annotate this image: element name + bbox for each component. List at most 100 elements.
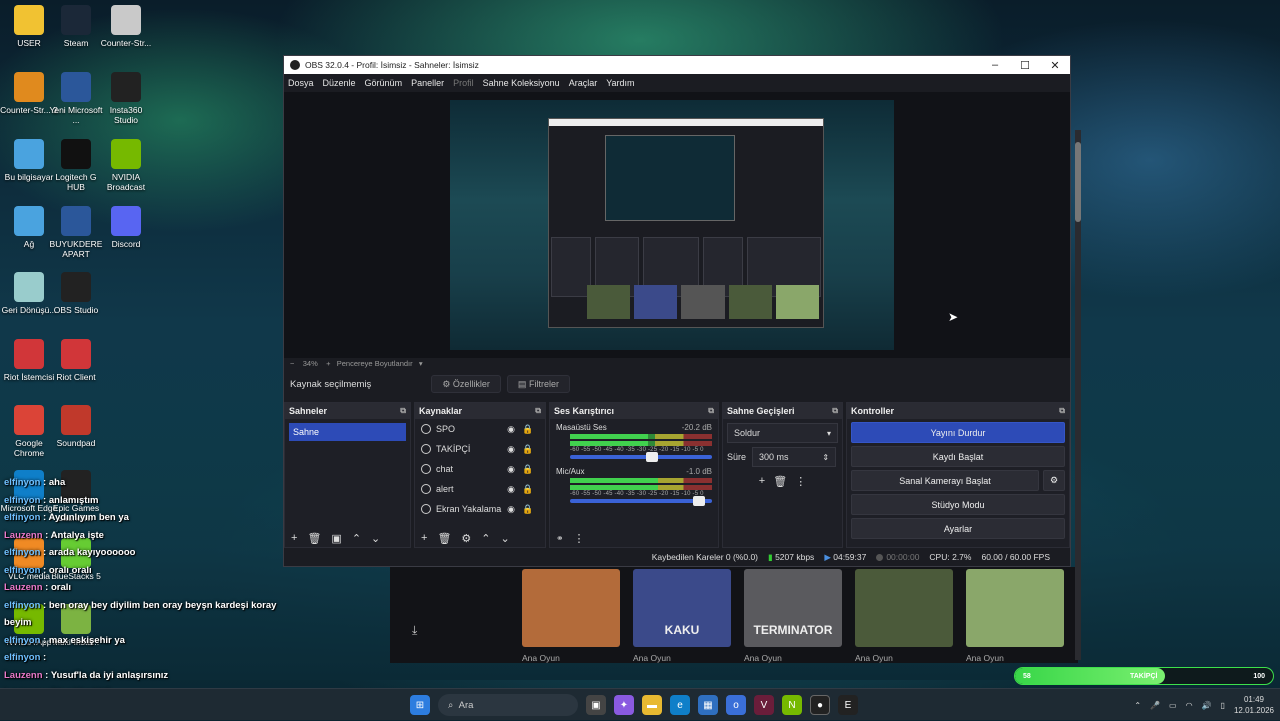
undock-icon[interactable]: ⧉ (832, 406, 838, 416)
trash-icon[interactable]: 🗑 (773, 475, 787, 488)
move-up-icon[interactable]: ⌃ (481, 532, 490, 545)
undock-icon[interactable]: ⧉ (400, 406, 406, 416)
start-recording-button[interactable]: Kaydı Başlat (851, 446, 1065, 467)
scene-item[interactable]: Sahne (289, 423, 406, 441)
battery-icon[interactable]: ▯ (1221, 701, 1225, 710)
lock-icon[interactable]: 🔒 (521, 484, 535, 495)
filters-button[interactable]: ▤ Filtreler (506, 375, 570, 393)
taskbar-search[interactable]: ⌕ Ara (438, 694, 578, 716)
more-icon[interactable]: ⋮ (795, 475, 806, 488)
source-item[interactable]: alert ◉ 🔒 (415, 479, 545, 499)
download-icon[interactable]: ⤓ (412, 623, 417, 638)
app-icon[interactable]: V (754, 695, 774, 715)
desktop-icon[interactable]: Discord (97, 206, 155, 249)
move-down-icon[interactable]: ⌄ (501, 532, 510, 545)
stop-stream-button[interactable]: Yayını Durdur (851, 422, 1065, 443)
desktop-icon[interactable]: NVIDIA Broadcast (97, 139, 155, 192)
file-explorer-icon[interactable]: ▬ (642, 695, 662, 715)
eye-icon[interactable]: ◉ (504, 444, 518, 455)
virtual-camera-settings-gear-icon[interactable]: ⚙ (1043, 470, 1065, 491)
desktop-icon[interactable]: Soundpad (47, 405, 105, 448)
volume-slider[interactable] (570, 452, 712, 462)
studio-mode-button[interactable]: Stüdyo Modu (851, 494, 1065, 515)
epic-games-icon[interactable]: E (838, 695, 858, 715)
obs-titlebar[interactable]: OBS 32.0.4 - Profil: İsimsiz - Sahneler:… (284, 56, 1070, 74)
properties-button[interactable]: ⚙ Özellikler (431, 375, 501, 393)
obs-window[interactable]: OBS 32.0.4 - Profil: İsimsiz - Sahneler:… (283, 55, 1071, 567)
transition-select[interactable]: Soldur ▾ (727, 423, 838, 443)
lock-icon[interactable]: 🔒 (521, 424, 535, 435)
zoom-in-button[interactable]: + (326, 359, 330, 368)
eye-icon[interactable]: ◉ (504, 504, 518, 515)
undock-icon[interactable]: ⧉ (708, 406, 714, 416)
start-button-windows-icon[interactable]: ⊞ (410, 695, 430, 715)
desktop-icon[interactable]: Riot Client (47, 339, 105, 382)
edge-icon[interactable]: e (670, 695, 690, 715)
minimize-icon[interactable]: – (980, 59, 1010, 72)
desktop-icon[interactable]: Insta360 Studio (97, 72, 155, 125)
settings-button[interactable]: Ayarlar (851, 518, 1065, 539)
link-icon[interactable]: ⚭ (556, 533, 564, 544)
close-icon[interactable]: ✕ (1040, 59, 1070, 72)
eye-icon[interactable]: ◉ (504, 484, 518, 495)
menu-profil[interactable]: Profil (453, 78, 474, 88)
desktop-icon[interactable]: OBS Studio (47, 272, 105, 315)
lock-icon[interactable]: 🔒 (521, 504, 535, 515)
menu-dosya[interactable]: Dosya (288, 78, 314, 88)
undock-icon[interactable]: ⧉ (535, 406, 541, 416)
move-down-icon[interactable]: ⌄ (371, 532, 380, 545)
source-item[interactable]: SPO ◉ 🔒 (415, 419, 545, 439)
game-card[interactable]: KAKU (633, 569, 731, 647)
more-icon[interactable]: ⋮ (574, 532, 585, 545)
game-card-label: Ana Oyun (633, 653, 671, 663)
chevron-up-icon[interactable]: ⌃ (1134, 701, 1141, 710)
game-card[interactable] (522, 569, 620, 647)
game-card[interactable] (855, 569, 953, 647)
nvidia-icon[interactable]: N (782, 695, 802, 715)
store-scrollbar[interactable] (1075, 130, 1081, 660)
chevron-down-icon[interactable]: ▾ (419, 359, 423, 368)
trash-icon[interactable]: 🗑 (437, 532, 451, 545)
game-card[interactable]: TERMINATOR (744, 569, 842, 647)
menu-sahne-koleksiyonu[interactable]: Sahne Koleksiyonu (483, 78, 560, 88)
trash-icon[interactable]: 🗑 (307, 532, 321, 545)
move-up-icon[interactable]: ⌃ (352, 532, 361, 545)
volume-slider[interactable] (570, 496, 712, 506)
add-icon[interactable]: + (421, 532, 427, 544)
source-item[interactable]: TAKİPÇİ ◉ 🔒 (415, 439, 545, 459)
maximize-icon[interactable]: ☐ (1010, 59, 1040, 72)
fit-window-dropdown[interactable]: Pencereye Boyutlandır (337, 359, 413, 368)
obs-preview[interactable]: ➤ (284, 92, 1070, 358)
spinner-icon[interactable]: ⇕ (822, 453, 829, 462)
undock-icon[interactable]: ⧉ (1059, 406, 1065, 416)
source-item[interactable]: chat ◉ 🔒 (415, 459, 545, 479)
obs-taskbar-icon[interactable]: ● (810, 695, 830, 715)
menu-duzenle[interactable]: Düzenle (323, 78, 356, 88)
display-icon[interactable]: ▭ (1169, 701, 1177, 710)
wifi-icon[interactable]: ◠ (1186, 701, 1193, 710)
menu-araclar[interactable]: Araçlar (569, 78, 598, 88)
volume-icon[interactable]: 🔊 (1202, 701, 1212, 710)
start-virtual-camera-button[interactable]: Sanal Kamerayı Başlat (851, 470, 1039, 491)
outlook-icon[interactable]: o (726, 695, 746, 715)
lock-icon[interactable]: 🔒 (521, 464, 535, 475)
zoom-out-button[interactable]: − (290, 359, 294, 368)
eye-icon[interactable]: ◉ (504, 464, 518, 475)
task-view-icon[interactable]: ▣ (586, 695, 606, 715)
eye-icon[interactable]: ◉ (504, 424, 518, 435)
copilot-icon[interactable]: ✦ (614, 695, 634, 715)
desktop-icon[interactable]: Counter-Str... (97, 5, 155, 48)
menu-gorunum[interactable]: Görünüm (365, 78, 403, 88)
menu-yardim[interactable]: Yardım (606, 78, 634, 88)
game-card[interactable] (966, 569, 1064, 647)
gear-icon[interactable]: ⚙ (461, 532, 471, 545)
filter-icon[interactable]: ▣ (331, 532, 341, 545)
duration-input[interactable]: 300 ms ⇕ (752, 447, 837, 467)
clock[interactable]: 01:49 12.01.2026 (1234, 694, 1274, 716)
store-icon[interactable]: ▦ (698, 695, 718, 715)
add-icon[interactable]: + (759, 475, 765, 488)
microphone-icon[interactable]: 🎤 (1150, 701, 1160, 710)
lock-icon[interactable]: 🔒 (521, 444, 535, 455)
menu-paneller[interactable]: Paneller (411, 78, 444, 88)
source-item[interactable]: Ekran Yakalama ◉ 🔒 (415, 499, 545, 519)
